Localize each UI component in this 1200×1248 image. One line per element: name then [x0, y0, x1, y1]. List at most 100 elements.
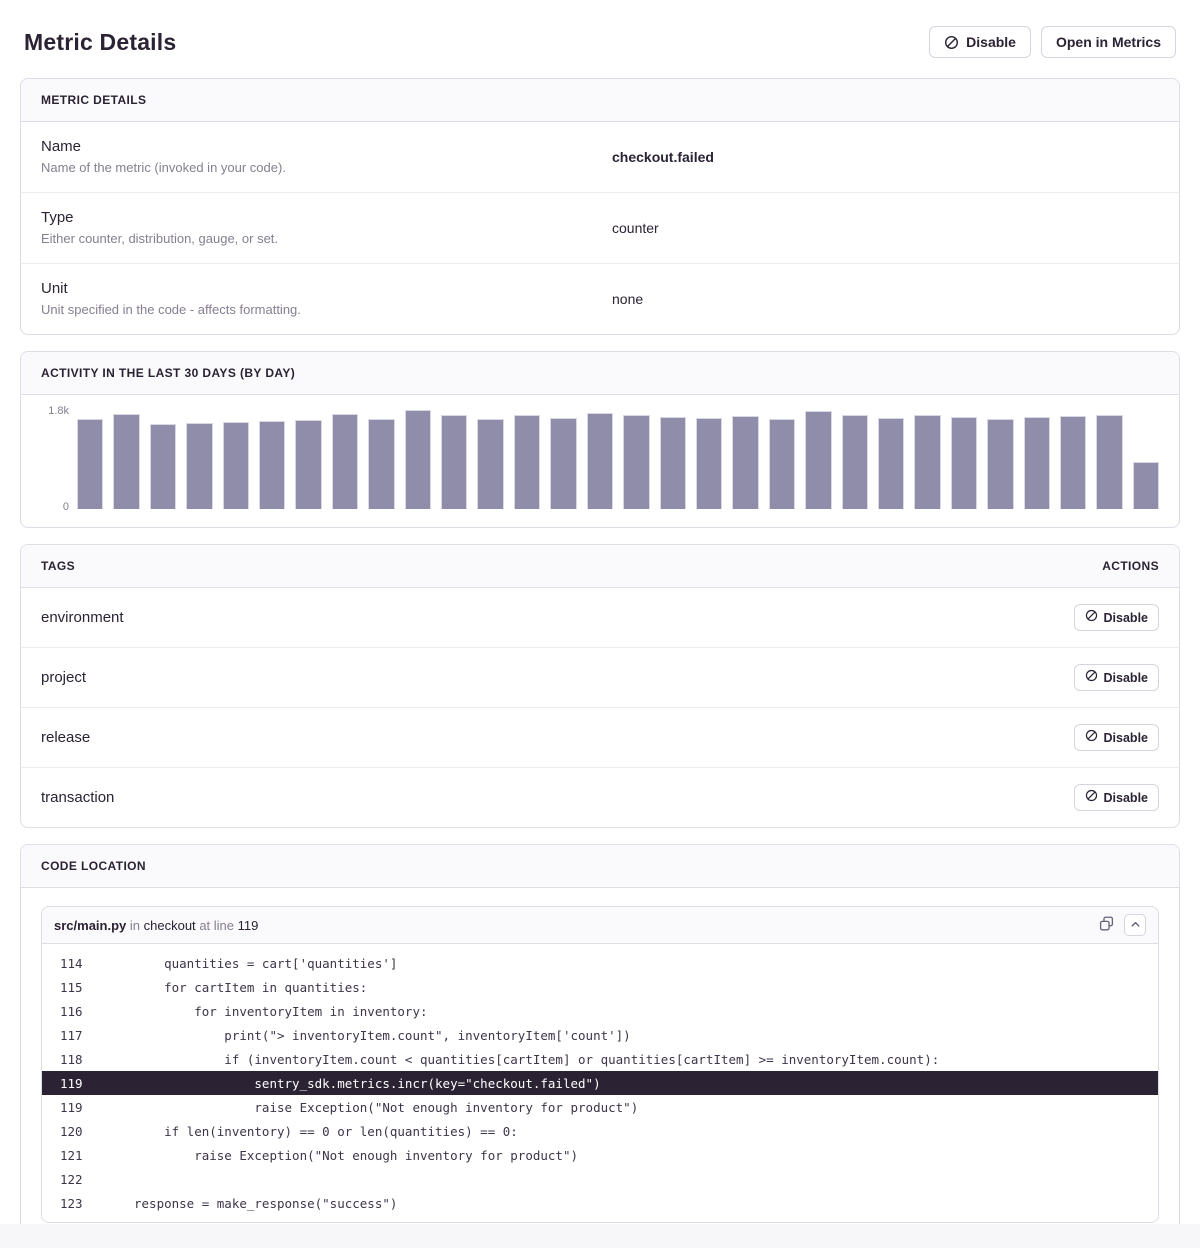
disable-tag-button-label: Disable [1104, 670, 1148, 686]
activity-bar [1133, 462, 1159, 509]
code-snippet-frame: src/main.py in checkout at line 119 [41, 906, 1159, 1223]
disable-metric-button[interactable]: Disable [929, 26, 1031, 58]
code-line-text: for cartItem in quantities: [134, 980, 367, 995]
activity-bar [696, 418, 722, 509]
code-line-number: 122 [42, 1172, 134, 1187]
code-line-number: 116 [42, 1004, 134, 1019]
metric-detail-value: counter [612, 220, 1159, 236]
code-line-number: 119 [42, 1076, 134, 1091]
metric-detail-left: UnitUnit specified in the code - affects… [41, 280, 612, 318]
activity-bar [77, 419, 103, 509]
at-line-words: at line [199, 918, 234, 933]
open-in-metrics-button[interactable]: Open in Metrics [1041, 26, 1176, 58]
metric-detail-value: checkout.failed [612, 149, 1159, 165]
code-line-text: for inventoryItem in inventory: [134, 1004, 428, 1019]
disable-tag-button-label: Disable [1104, 610, 1148, 626]
metric-detail-row: UnitUnit specified in the code - affects… [21, 263, 1179, 334]
tags-panel: TAGS ACTIONS environment Disable project Di… [20, 544, 1180, 828]
code-line-text: sentry_sdk.metrics.incr(key="checkout.fa… [134, 1076, 601, 1091]
activity-bar [441, 415, 467, 509]
metric-detail-description: Name of the metric (invoked in your code… [41, 160, 612, 176]
disable-tag-button[interactable]: Disable [1074, 724, 1159, 751]
code-line: 115 for cartItem in quantities: [42, 975, 1158, 999]
activity-bar [259, 421, 285, 509]
code-line: 118 if (inventoryItem.count < quantities… [42, 1047, 1158, 1071]
activity-bar [805, 411, 831, 509]
activity-bar [769, 419, 795, 509]
code-snippet-header: src/main.py in checkout at line 119 [42, 907, 1158, 944]
activity-panel-header: ACTIVITY IN THE LAST 30 DAYS (BY DAY) [21, 352, 1179, 395]
code-line-text: response = make_response("success") [134, 1196, 397, 1211]
code-line-number: 119 [42, 1100, 134, 1115]
activity-bar [987, 419, 1013, 509]
tag-row: project Disable [21, 647, 1179, 707]
disable-icon [1085, 669, 1098, 686]
code-location-panel-title: CODE LOCATION [41, 859, 146, 873]
collapse-code-button[interactable] [1124, 914, 1146, 936]
code-line: 119 raise Exception("Not enough inventor… [42, 1095, 1158, 1119]
activity-bar [1060, 416, 1086, 509]
code-snippet-breadcrumb: src/main.py in checkout at line 119 [54, 918, 258, 933]
activity-bar [951, 417, 977, 509]
activity-bar [1024, 417, 1050, 509]
code-line-text: if (inventoryItem.count < quantities[car… [134, 1052, 939, 1067]
tag-row: environment Disable [21, 588, 1179, 647]
disable-tag-button[interactable]: Disable [1074, 784, 1159, 811]
activity-bar [186, 423, 212, 509]
activity-bar [477, 419, 503, 509]
disable-tag-button[interactable]: Disable [1074, 664, 1159, 691]
chevron-up-icon [1130, 918, 1141, 933]
activity-bar [405, 410, 431, 509]
disable-icon [1085, 789, 1098, 806]
activity-panel: ACTIVITY IN THE LAST 30 DAYS (BY DAY) 1.… [20, 351, 1180, 528]
code-line-text: if len(inventory) == 0 or len(quantities… [134, 1124, 518, 1139]
activity-bar [113, 414, 139, 509]
metric-detail-row: TypeEither counter, distribution, gauge,… [21, 192, 1179, 263]
chart-y-axis: 1.8k 0 [29, 405, 77, 509]
activity-bar [514, 415, 540, 509]
open-in-metrics-button-label: Open in Metrics [1056, 34, 1161, 50]
y-axis-max-label: 1.8k [48, 405, 69, 417]
code-location-panel-header: CODE LOCATION [21, 845, 1179, 888]
code-file-path: src/main.py [54, 918, 126, 933]
disable-tag-button[interactable]: Disable [1074, 604, 1159, 631]
disable-tag-button-label: Disable [1104, 790, 1148, 806]
code-line: 122 [42, 1167, 1158, 1191]
code-line-text: raise Exception("Not enough inventory fo… [134, 1100, 638, 1115]
metric-detail-description: Unit specified in the code - affects for… [41, 302, 612, 318]
activity-bar [1096, 415, 1122, 509]
code-line: 123response = make_response("success") [42, 1191, 1158, 1215]
code-line: 120 if len(inventory) == 0 or len(quanti… [42, 1119, 1158, 1143]
tag-row: transactionDisable [21, 767, 1179, 827]
activity-bar [223, 422, 249, 509]
tag-name: environment [41, 609, 124, 626]
activity-bar-chart: 1.8k 0 [21, 395, 1179, 527]
code-line-number: 114 [42, 956, 134, 971]
metric-detail-left: TypeEither counter, distribution, gauge,… [41, 209, 612, 247]
disable-icon [1085, 609, 1098, 626]
code-location-content: src/main.py in checkout at line 119 [21, 888, 1179, 1241]
copy-code-button[interactable] [1097, 914, 1116, 936]
metric-details-panel-title: METRIC DETAILS [41, 93, 146, 107]
activity-bar [550, 418, 576, 509]
activity-bar [587, 413, 613, 509]
chart-bars [77, 405, 1159, 509]
page-header: Metric Details Disable Open in Metrics [20, 0, 1180, 78]
tag-name: project [41, 669, 86, 686]
metric-detail-label: Name [41, 138, 612, 156]
metric-detail-description: Either counter, distribution, gauge, or … [41, 231, 612, 247]
code-snippet-tools [1097, 914, 1146, 936]
tags-actions-column-title: ACTIONS [1102, 559, 1159, 573]
code-line: 114 quantities = cart['quantities'] [42, 951, 1158, 975]
page-bottom-strip [0, 1224, 1200, 1248]
in-word: in [130, 918, 140, 933]
activity-bar [914, 415, 940, 509]
tags-panel-title: TAGS [41, 559, 75, 573]
metric-details-panel-header: METRIC DETAILS [21, 79, 1179, 122]
code-line-text: raise Exception("Not enough inventory fo… [134, 1148, 578, 1163]
code-line: 117 print("> inventoryItem.count", inven… [42, 1023, 1158, 1047]
code-function-name: checkout [144, 918, 196, 933]
disable-metric-button-label: Disable [966, 34, 1016, 50]
activity-bar [660, 417, 686, 509]
code-line-text: print("> inventoryItem.count", inventory… [134, 1028, 631, 1043]
